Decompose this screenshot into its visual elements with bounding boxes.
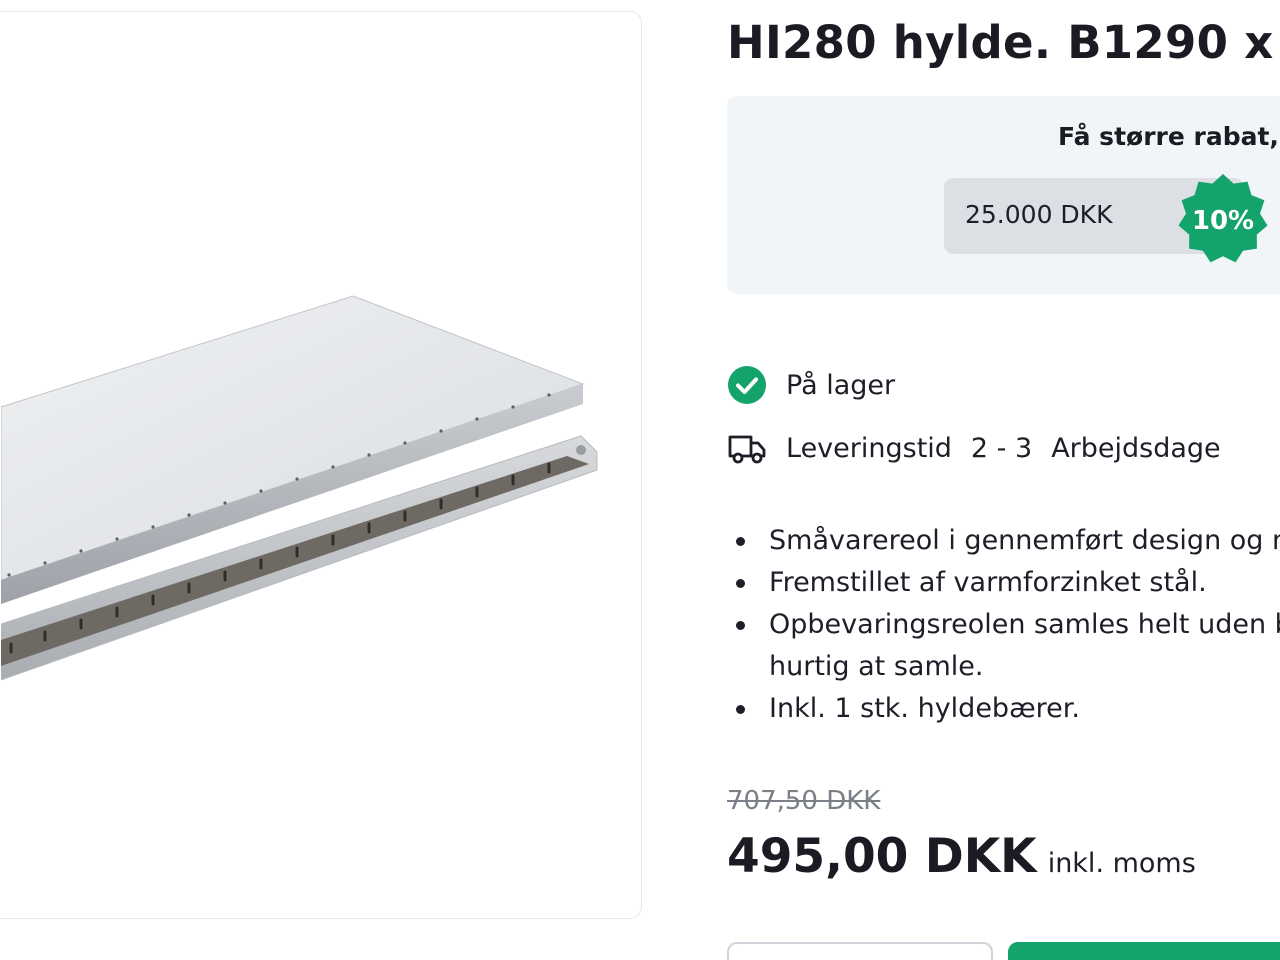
feature-text: Opbevaringsreolen samles helt uden b [769, 609, 1280, 640]
quantity-input[interactable] [727, 942, 993, 960]
delivery-unit: Arbejdsdage [1051, 432, 1221, 464]
product-page: HI280 hylde. B1290 x D Få større rabat, … [0, 0, 1280, 960]
add-to-cart-button[interactable] [1008, 942, 1280, 960]
delivery-label: Leveringstid [786, 432, 952, 464]
stock-status: På lager [727, 365, 895, 405]
price-vat-note: inkl. moms [1047, 848, 1196, 879]
stock-label: På lager [786, 369, 896, 401]
feature-item: Opbevaringsreolen samles helt uden b hurt… [727, 604, 1280, 688]
feature-text-continuation: hurtig at samle. [769, 651, 984, 682]
price-line: 495,00 DKK inkl. moms [727, 829, 1196, 884]
feature-text: Inkl. 1 stk. hyldebærer. [769, 693, 1080, 724]
discount-tier: 25.000 DKK 10% [944, 174, 1268, 263]
product-image-card[interactable] [0, 11, 642, 919]
current-price: 495,00 DKK [727, 829, 1037, 884]
feature-text: Småvarereol i gennemført design og m [769, 525, 1280, 556]
truck-icon [728, 435, 766, 464]
delivery-days: 2 - 3 [970, 432, 1033, 464]
feature-item: Fremstillet af varmforzinket stål. [727, 562, 1280, 604]
old-price: 707,50 DKK [727, 786, 881, 816]
feature-text: Fremstillet af varmforzinket stål. [769, 567, 1207, 598]
feature-list: Småvarereol i gennemført design og m Fre… [727, 520, 1280, 730]
discount-percent: 10% [1191, 206, 1255, 236]
delivery-time: Leveringstid 2 - 3 Arbejdsdage [727, 428, 1221, 468]
discount-tier-amount: 25.000 DKK [965, 200, 1113, 229]
discount-badge: 10% [1172, 170, 1274, 272]
product-image [1, 295, 598, 681]
feature-item: Småvarereol i gennemført design og m [727, 520, 1280, 562]
volume-discount-box: Få større rabat, j 25.000 DKK 10% [727, 96, 1280, 294]
check-circle-icon [728, 366, 766, 404]
feature-item: Inkl. 1 stk. hyldebærer. [727, 688, 1280, 730]
discount-heading: Få større rabat, j [1058, 122, 1280, 151]
product-title: HI280 hylde. B1290 x D [727, 16, 1280, 69]
